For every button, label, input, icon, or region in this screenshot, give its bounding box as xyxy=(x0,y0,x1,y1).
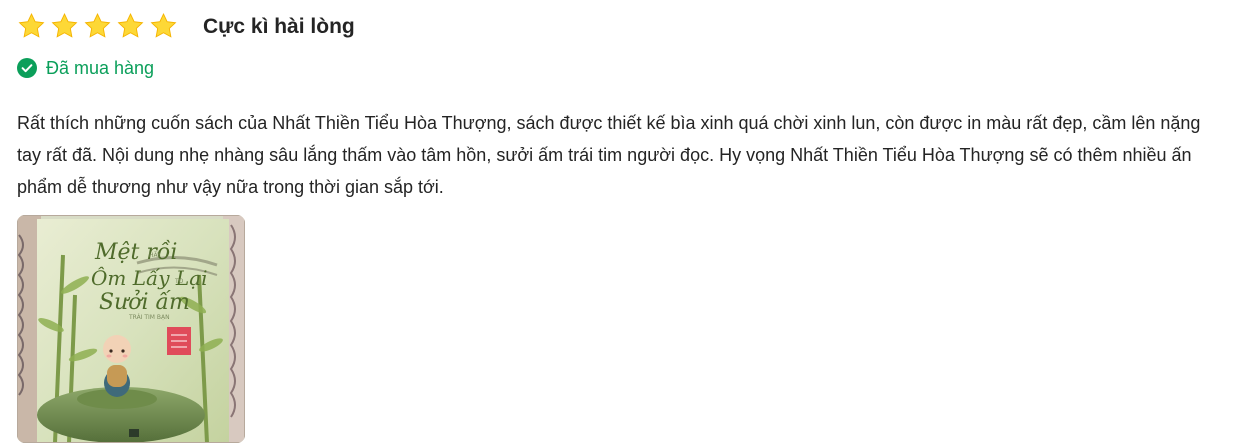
review-photo[interactable]: Mệt rồi HÃY Ôm Lấy Lại TO Sưởi ấm TRÁI T… xyxy=(17,215,245,443)
cover-title-line2: Ôm Lấy Lại xyxy=(91,265,208,290)
cover-title-line1: Mệt rồi xyxy=(94,239,177,265)
book-cover-photo-icon: Mệt rồi HÃY Ôm Lấy Lại TO Sưởi ấm TRÁI T… xyxy=(17,215,245,443)
star-icon xyxy=(50,12,79,40)
star-rating xyxy=(17,12,178,40)
cover-title-line3: Sưởi ấm xyxy=(99,289,190,315)
check-circle-icon xyxy=(17,58,37,78)
star-icon xyxy=(149,12,178,40)
purchased-label: Đã mua hàng xyxy=(46,58,155,78)
rating-title: Cực kì hài lòng xyxy=(203,14,355,38)
star-icon xyxy=(83,12,112,40)
review-content: Rất thích những cuốn sách của Nhất Thiền… xyxy=(17,113,1201,197)
cover-subtitle: TRÁI TIM BẠN xyxy=(128,314,170,321)
purchased-badge: Đã mua hàng xyxy=(17,57,1229,79)
cover-title-small1: HÃY xyxy=(149,252,161,259)
star-icon xyxy=(116,12,145,40)
review-item: Cực kì hài lòng Đã mua hàng Rất thích nh… xyxy=(17,9,1229,443)
star-icon xyxy=(17,12,46,40)
cover-title-small2: TO xyxy=(174,278,184,285)
rating-row: Cực kì hài lòng xyxy=(17,9,1229,43)
